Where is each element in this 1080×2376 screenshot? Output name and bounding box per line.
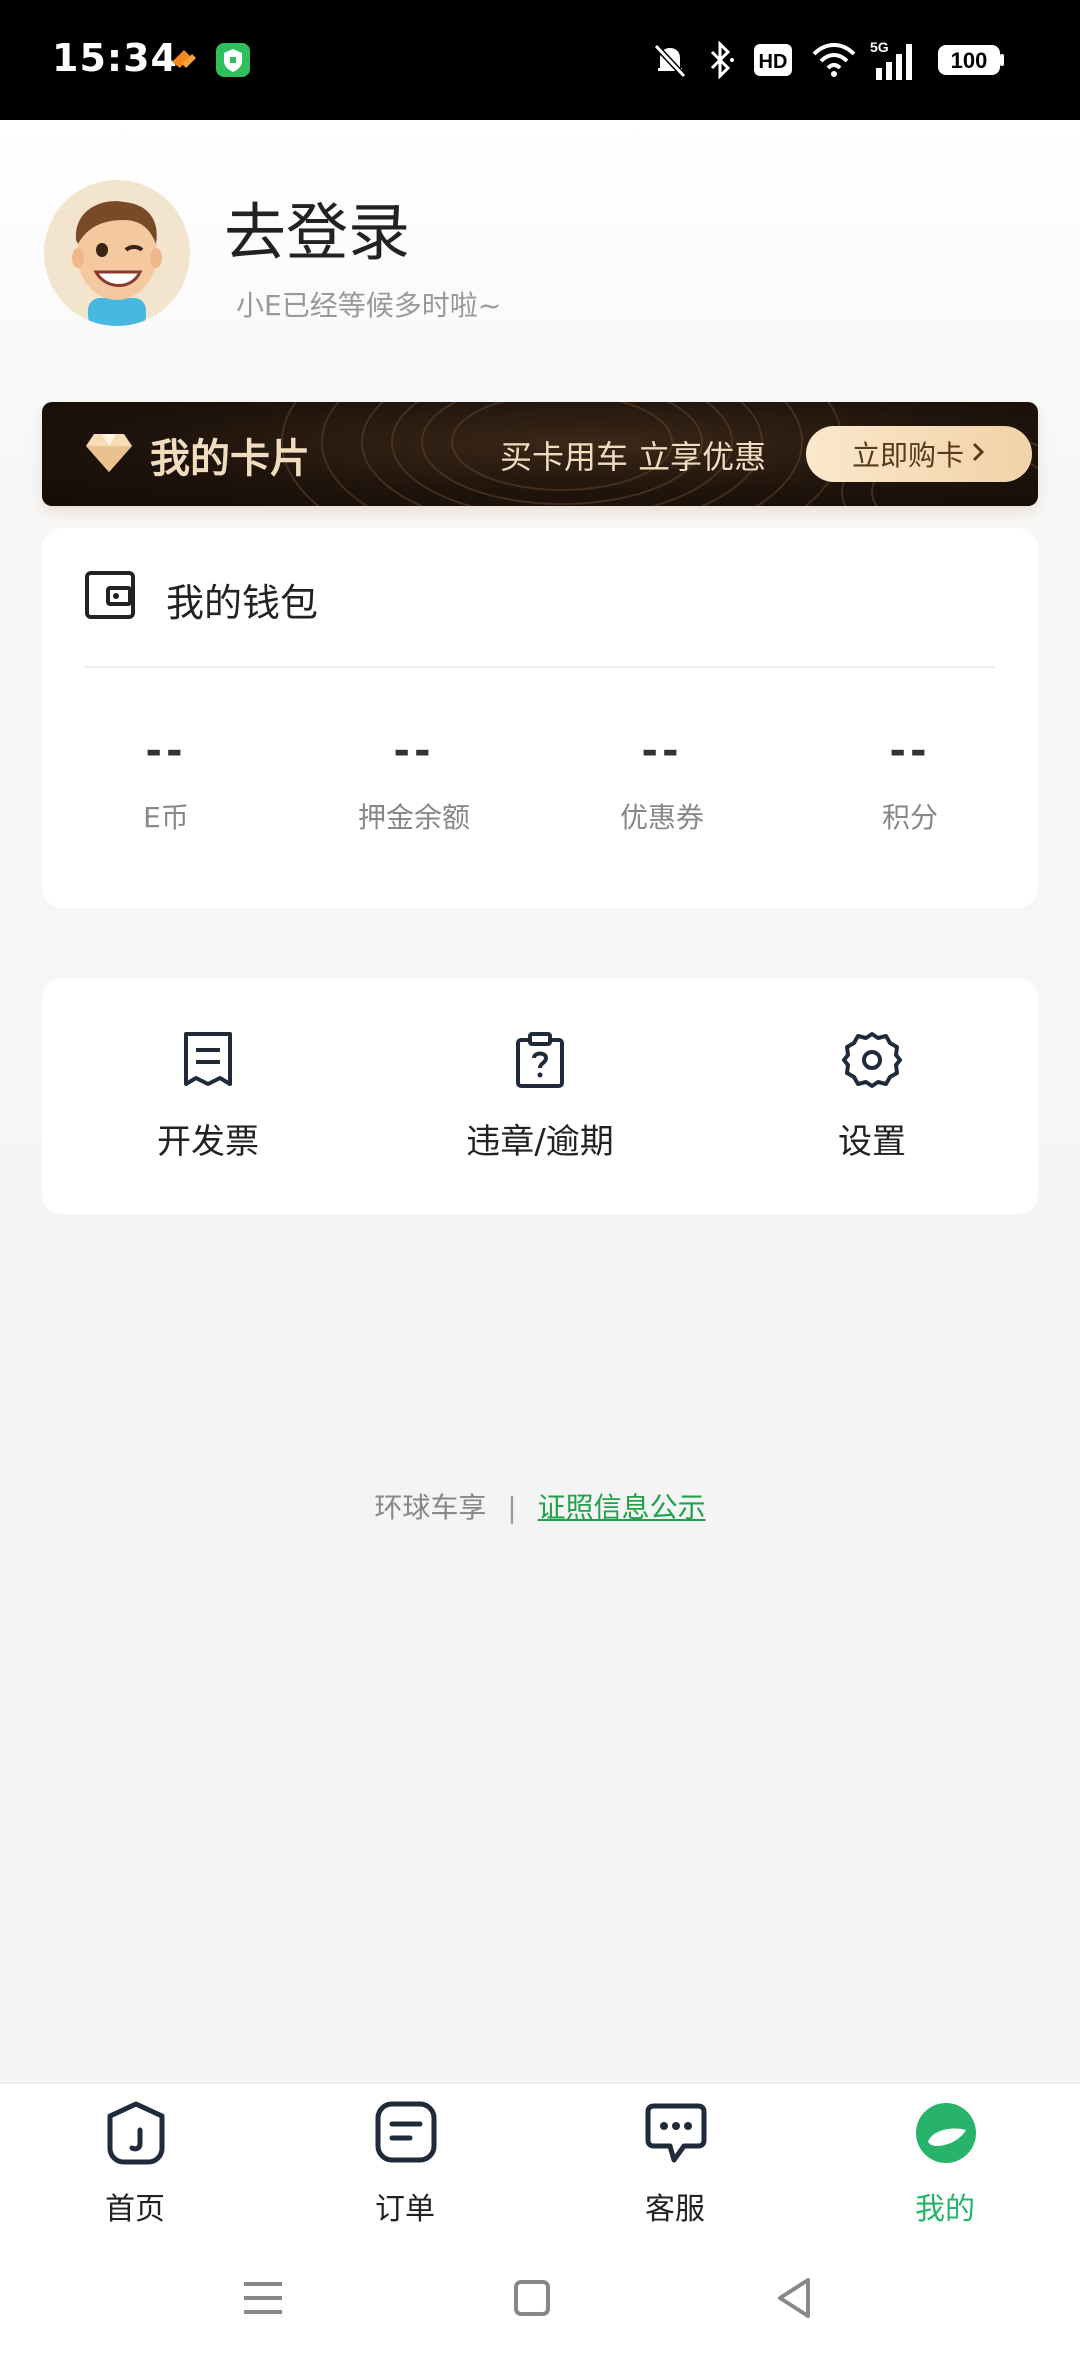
service-icon	[644, 2100, 708, 2166]
my-cards-banner[interactable]: 我的卡片 买卡用车 立享优惠 立即购卡	[42, 402, 1038, 506]
nav-orders[interactable]: 订单	[270, 2084, 540, 2234]
stat-deposit-balance[interactable]: -- 押金余额	[290, 728, 538, 836]
company-name: 环球车享	[374, 1491, 487, 1524]
footer-separator: |	[507, 1491, 517, 1524]
bottom-nav: 首页 订单 客服 我的	[0, 2082, 1080, 2232]
stat-points[interactable]: -- 积分	[786, 728, 1034, 836]
nav-home[interactable]: 首页	[0, 2084, 270, 2234]
hd-icon: HD	[752, 38, 794, 82]
stat-label: 优惠券	[619, 801, 704, 834]
stat-label: E币	[143, 801, 189, 834]
gear-icon	[842, 1030, 902, 1090]
shield-app-icon	[214, 38, 252, 82]
stat-e-coin[interactable]: -- E币	[42, 728, 290, 836]
avatar[interactable]	[44, 180, 190, 326]
svg-text:100: 100	[951, 48, 988, 73]
wallet-card: 我的钱包 -- E币 -- 押金余额 -- 优惠券 -- 积分	[42, 528, 1038, 908]
nav-label: 首页	[105, 2192, 165, 2227]
violation-button[interactable]: 违章/逾期	[374, 978, 706, 1214]
license-info-link[interactable]: 证照信息公示	[538, 1491, 706, 1524]
status-time: 15:34	[52, 36, 178, 80]
wallet-title: 我的钱包	[166, 581, 319, 625]
chevron-right-icon	[970, 438, 986, 471]
login-subtitle: 小E已经等候多时啦~	[236, 289, 502, 322]
home-icon	[104, 2100, 168, 2166]
stat-label: 押金余额	[357, 801, 470, 834]
tool-label: 设置	[838, 1122, 906, 1162]
buy-card-button[interactable]: 立即购卡	[806, 426, 1032, 482]
status-bar: 15:34 HD 5G 100	[0, 0, 1080, 120]
nav-profile[interactable]: 我的	[810, 2084, 1080, 2234]
system-nav-bar	[0, 2232, 1080, 2376]
invoice-icon	[178, 1030, 238, 1090]
wifi-icon	[810, 38, 858, 82]
footer: 环球车享 | 证照信息公示	[0, 1486, 1080, 1526]
wallet-icon	[84, 570, 136, 624]
profile-icon	[914, 2100, 978, 2166]
stat-value: --	[889, 728, 931, 774]
menu-icon[interactable]	[242, 2278, 284, 2322]
stat-value: --	[393, 728, 435, 774]
battery-icon: 100	[936, 38, 1006, 82]
svg-text:5G: 5G	[870, 39, 889, 55]
stat-value: --	[145, 728, 187, 774]
5g-signal-icon: 5G	[868, 38, 924, 82]
stat-value: --	[641, 728, 683, 774]
nav-label: 订单	[375, 2192, 435, 2227]
tools-card: 开发票 违章/逾期 设置	[42, 978, 1038, 1214]
diamond-icon	[84, 432, 134, 478]
invoice-button[interactable]: 开发票	[42, 978, 374, 1214]
banner-title: 我的卡片	[150, 436, 310, 482]
tool-label: 开发票	[157, 1122, 259, 1162]
home-button-icon[interactable]	[512, 2278, 552, 2322]
stat-coupons[interactable]: -- 优惠券	[538, 728, 786, 836]
login-title[interactable]: 去登录	[224, 182, 410, 272]
violation-icon	[510, 1030, 570, 1090]
tool-label: 违章/逾期	[466, 1122, 614, 1162]
app-notification-icon	[166, 38, 202, 82]
settings-button[interactable]: 设置	[706, 978, 1038, 1214]
stat-label: 积分	[881, 801, 938, 834]
banner-promo: 买卡用车 立享优惠	[500, 438, 767, 476]
nav-service[interactable]: 客服	[540, 2084, 810, 2234]
notification-off-icon	[652, 38, 688, 82]
back-icon[interactable]	[774, 2276, 814, 2324]
nav-label: 客服	[645, 2192, 705, 2227]
svg-text:HD: HD	[759, 51, 788, 73]
bluetooth-icon	[704, 38, 736, 82]
buy-card-label: 立即购卡	[851, 439, 964, 472]
profile-page: 去登录 小E已经等候多时啦~ 我的卡片 买卡用车 立享优惠 立即购卡 我的钱包 …	[0, 120, 1080, 2082]
divider	[84, 666, 994, 668]
orders-icon	[374, 2100, 438, 2166]
nav-label: 我的	[915, 2192, 975, 2227]
